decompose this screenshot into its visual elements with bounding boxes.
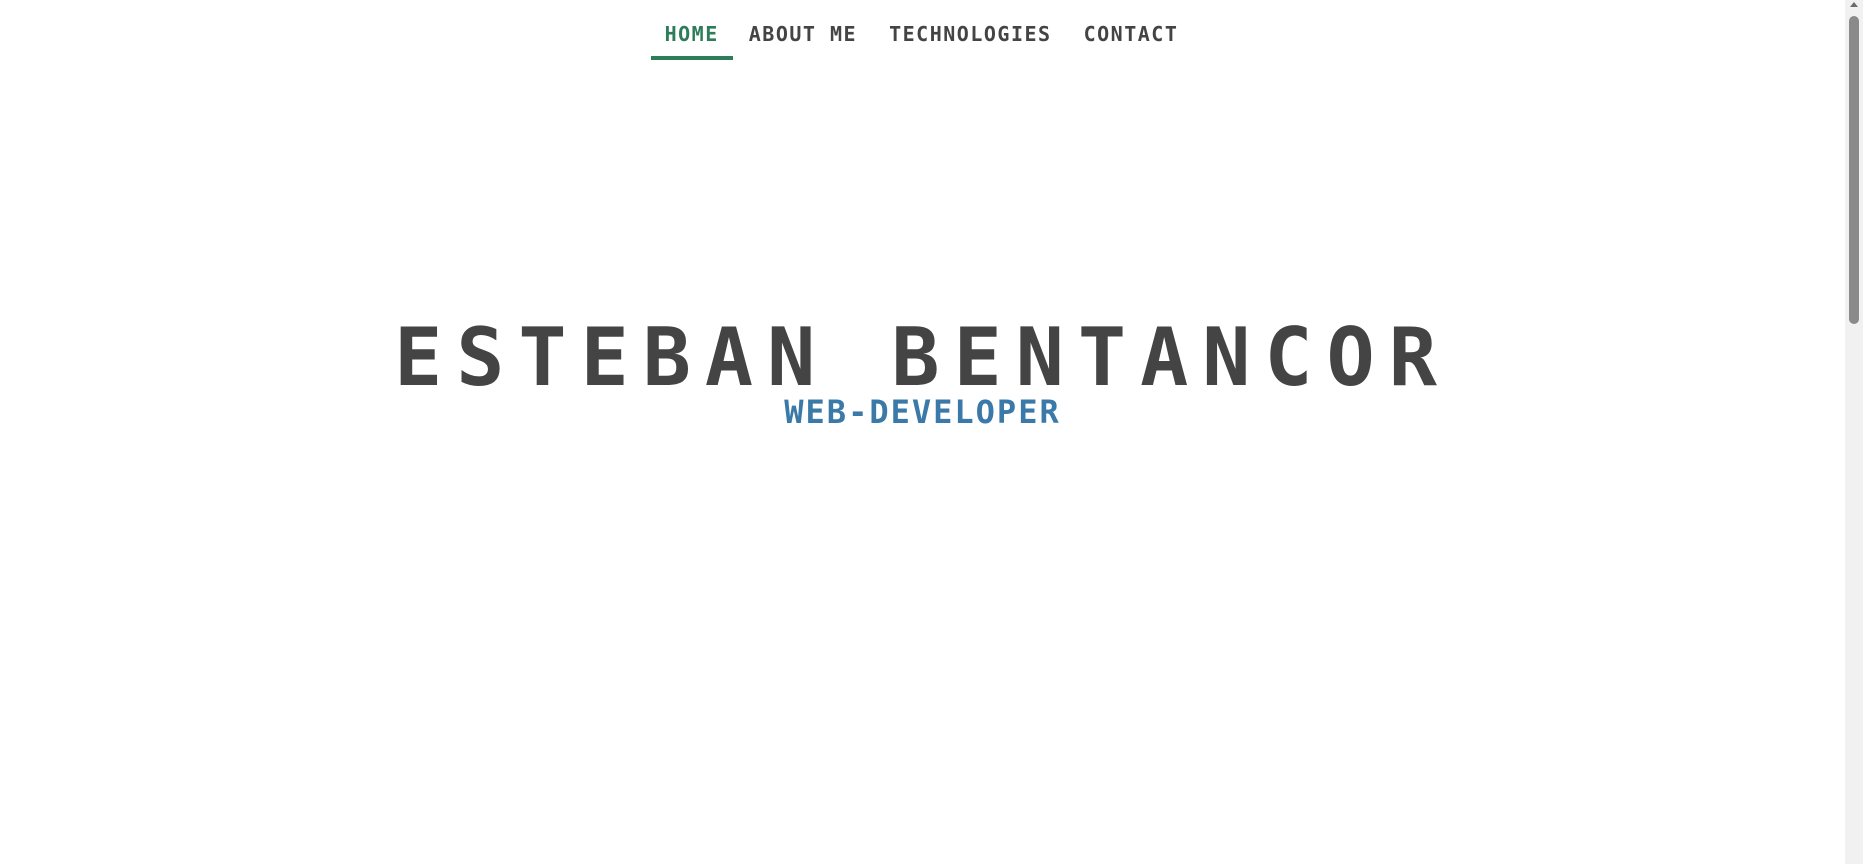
nav-item-about-me[interactable]: ABOUT ME — [733, 0, 873, 60]
page: HOME ABOUT ME TECHNOLOGIES CONTACT ESTEB… — [0, 0, 1863, 864]
hero-name: ESTEBAN BENTANCOR — [394, 311, 1451, 404]
hero-section: ESTEBAN BENTANCOR WEB-DEVELOPER — [0, 311, 1845, 431]
nav-item-contact[interactable]: CONTACT — [1068, 0, 1195, 60]
scrollbar-thumb[interactable] — [1849, 16, 1859, 324]
nav-item-home[interactable]: HOME — [650, 0, 733, 60]
hero-subtitle: WEB-DEVELOPER — [784, 393, 1061, 431]
main-nav: HOME ABOUT ME TECHNOLOGIES CONTACT — [0, 0, 1845, 64]
nav-item-technologies[interactable]: TECHNOLOGIES — [873, 0, 1068, 60]
arrow-up-icon[interactable] — [1850, 2, 1858, 7]
vertical-scrollbar[interactable] — [1845, 0, 1863, 864]
